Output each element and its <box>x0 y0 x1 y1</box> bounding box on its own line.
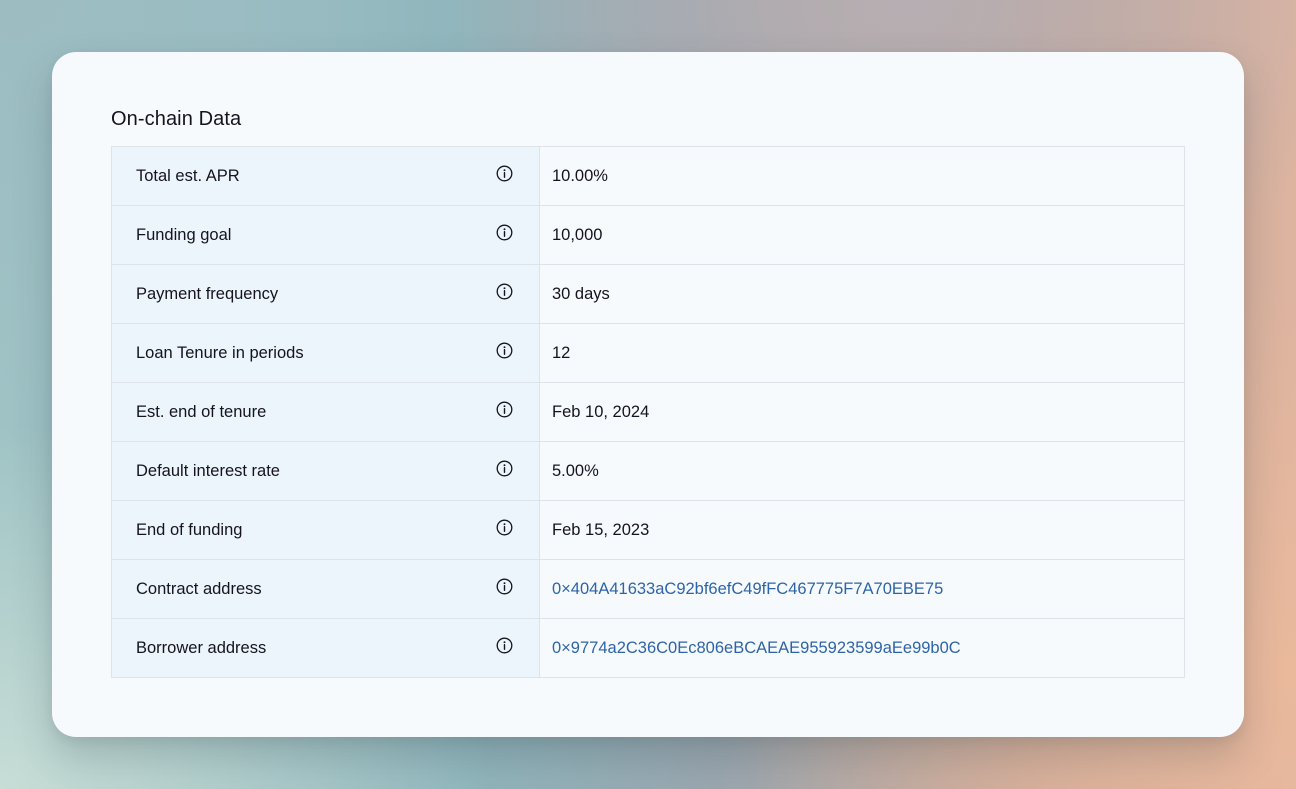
row-value-cell: 10.00% <box>540 147 1184 205</box>
row-value-cell: 0×404A41633aC92bf6efC49fFC467775F7A70EBE… <box>540 560 1184 618</box>
row-label: Payment frequency <box>136 284 279 303</box>
row-value: 12 <box>552 343 571 362</box>
row-label: Borrower address <box>136 638 267 657</box>
row-label-cell: Funding goal <box>112 206 540 264</box>
row-value-cell: 0×9774a2C36C0Ec806eBCAEAE955923599aEe99b… <box>540 619 1184 677</box>
row-value-cell: 10,000 <box>540 206 1184 264</box>
table-row: Borrower address 0×9774a2C36C0Ec806eBCAE… <box>112 618 1184 677</box>
row-value-cell: Feb 15, 2023 <box>540 501 1184 559</box>
row-value-cell: 5.00% <box>540 442 1184 500</box>
on-chain-data-table: Total est. APR 10.00% Funding goal 10,00… <box>111 146 1185 678</box>
table-row: Est. end of tenure Feb 10, 2024 <box>112 382 1184 441</box>
info-icon[interactable] <box>496 165 513 182</box>
table-row: Total est. APR 10.00% <box>112 147 1184 205</box>
row-label: Total est. APR <box>136 166 240 185</box>
row-label: Est. end of tenure <box>136 402 267 421</box>
info-icon[interactable] <box>496 578 513 595</box>
on-chain-data-card: On-chain Data Total est. APR 10.00% Fund… <box>52 52 1244 737</box>
info-icon[interactable] <box>496 342 513 359</box>
table-row: Loan Tenure in periods 12 <box>112 323 1184 382</box>
row-label-cell: Borrower address <box>112 619 540 677</box>
table-row: Contract address 0×404A41633aC92bf6efC49… <box>112 559 1184 618</box>
row-value: Feb 10, 2024 <box>552 402 650 421</box>
row-label: Loan Tenure in periods <box>136 343 304 362</box>
row-value: 30 days <box>552 284 610 303</box>
row-value: 5.00% <box>552 461 599 480</box>
row-label-cell: Total est. APR <box>112 147 540 205</box>
table-row: Default interest rate 5.00% <box>112 441 1184 500</box>
row-value-cell: 30 days <box>540 265 1184 323</box>
address-link[interactable]: 0×404A41633aC92bf6efC49fFC467775F7A70EBE… <box>552 580 943 599</box>
row-label-cell: Est. end of tenure <box>112 383 540 441</box>
row-label-cell: End of funding <box>112 501 540 559</box>
row-value: 10,000 <box>552 225 603 244</box>
table-row: Funding goal 10,000 <box>112 205 1184 264</box>
table-row: Payment frequency 30 days <box>112 264 1184 323</box>
row-label-cell: Contract address <box>112 560 540 618</box>
row-label: End of funding <box>136 520 243 539</box>
info-icon[interactable] <box>496 460 513 477</box>
address-link[interactable]: 0×9774a2C36C0Ec806eBCAEAE955923599aEe99b… <box>552 639 961 658</box>
row-value: 10.00% <box>552 166 608 185</box>
row-label: Funding goal <box>136 225 232 244</box>
row-label-cell: Payment frequency <box>112 265 540 323</box>
row-label: Contract address <box>136 579 262 598</box>
info-icon[interactable] <box>496 401 513 418</box>
row-label-cell: Loan Tenure in periods <box>112 324 540 382</box>
row-value-cell: 12 <box>540 324 1184 382</box>
info-icon[interactable] <box>496 224 513 241</box>
info-icon[interactable] <box>496 637 513 654</box>
row-value: Feb 15, 2023 <box>552 520 650 539</box>
info-icon[interactable] <box>496 519 513 536</box>
row-label-cell: Default interest rate <box>112 442 540 500</box>
row-value-cell: Feb 10, 2024 <box>540 383 1184 441</box>
section-title: On-chain Data <box>111 108 242 130</box>
info-icon[interactable] <box>496 283 513 300</box>
row-label: Default interest rate <box>136 461 280 480</box>
table-row: End of funding Feb 15, 2023 <box>112 500 1184 559</box>
